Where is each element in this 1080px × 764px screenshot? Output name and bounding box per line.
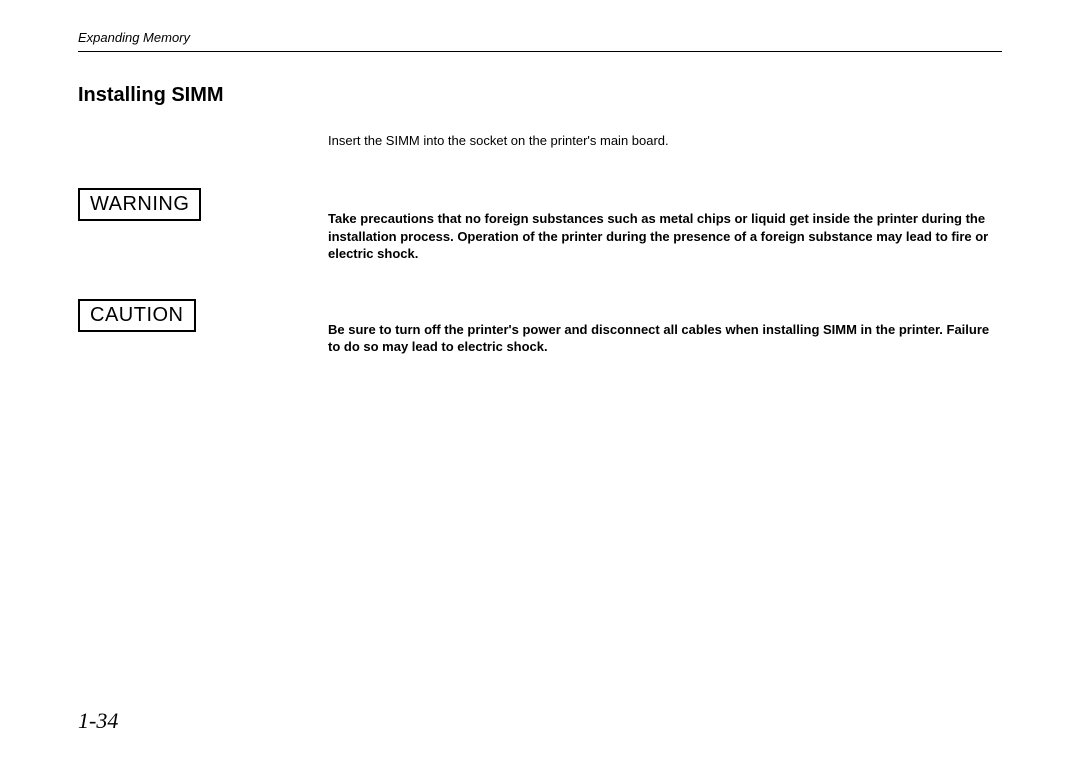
caution-block: CAUTION Be sure to turn off the printer'…: [78, 299, 1002, 356]
caution-label-col: CAUTION: [78, 299, 328, 332]
page-header: Expanding Memory: [78, 30, 1002, 52]
caution-label: CAUTION: [78, 299, 196, 332]
warning-text: Take precautions that no foreign substan…: [328, 210, 1002, 263]
warning-label: WARNING: [78, 188, 201, 221]
page-number: 1-34: [78, 708, 118, 734]
chapter-title: Expanding Memory: [78, 30, 190, 45]
warning-block: WARNING Take precautions that no foreign…: [78, 188, 1002, 263]
caution-text: Be sure to turn off the printer's power …: [328, 321, 1002, 356]
section-title: Installing SIMM: [78, 84, 1002, 107]
warning-label-col: WARNING: [78, 188, 328, 221]
intro-text: Insert the SIMM into the socket on the p…: [328, 133, 1002, 148]
document-page: Expanding Memory Installing SIMM Insert …: [0, 0, 1080, 404]
